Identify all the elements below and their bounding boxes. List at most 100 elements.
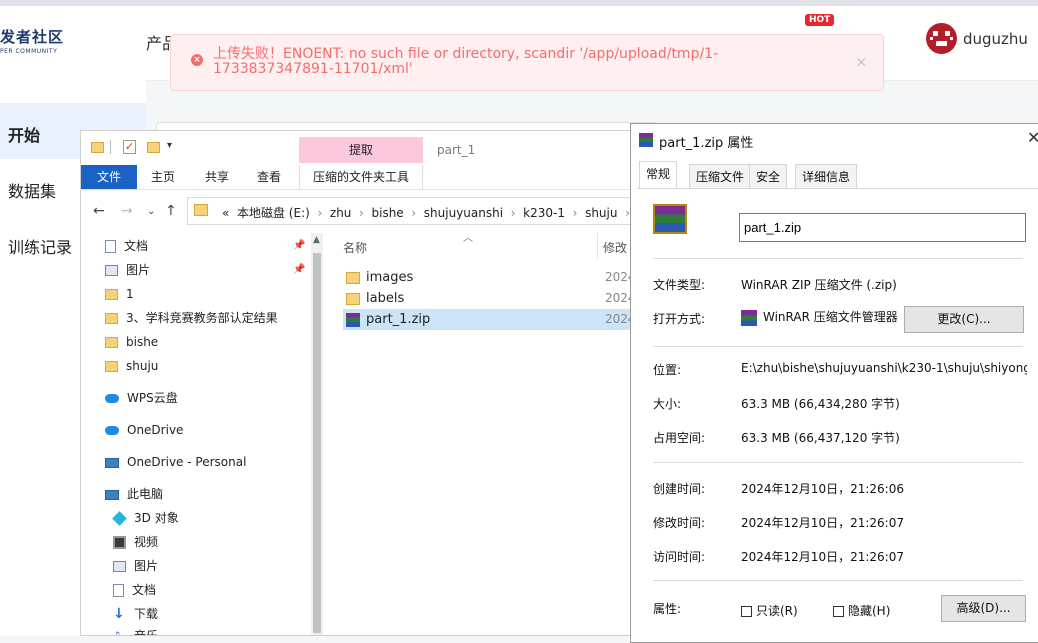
tree-item-label: 此电脑 bbox=[127, 487, 164, 501]
file-row-part1-zip[interactable]: part_1.zip 2024 bbox=[343, 309, 636, 330]
tree-item-label: 3D 对象 bbox=[134, 511, 179, 525]
sort-up-icon: ︿ bbox=[463, 233, 473, 244]
tab-security[interactable]: 安全 bbox=[749, 164, 788, 188]
tab-share[interactable]: 共享 bbox=[205, 165, 229, 189]
breadcrumb-zhu[interactable]: zhu bbox=[330, 206, 352, 220]
close-icon[interactable]: × bbox=[855, 53, 868, 71]
address-bar[interactable]: « 本地磁盘 (E:) › zhu › bishe › shujuyuanshi… bbox=[187, 197, 631, 225]
tree-item-label: 视频 bbox=[134, 535, 159, 549]
new-folder-icon[interactable] bbox=[147, 142, 160, 153]
tab-compressed-folder-tools[interactable]: 压缩的文件夹工具 bbox=[299, 165, 423, 189]
advanced-button[interactable]: 高级(D)... bbox=[941, 595, 1026, 622]
filename-field[interactable] bbox=[739, 213, 1026, 242]
logo-subtext: PER COMMUNITY bbox=[0, 48, 58, 55]
disk-size-value: 63.3 MB (66,437,120 字节) bbox=[741, 431, 900, 445]
readonly-checkbox[interactable]: 只读(R) bbox=[741, 602, 798, 619]
tree-item-pictures[interactable]: 图片 📌 bbox=[105, 259, 305, 281]
sidebar-item-training-records[interactable]: 训练记录 bbox=[8, 234, 72, 258]
tree-item-label: WPS云盘 bbox=[127, 391, 178, 405]
divider bbox=[653, 258, 1023, 259]
divider bbox=[653, 580, 1023, 581]
column-header-name[interactable]: 名称 bbox=[343, 239, 367, 256]
breadcrumb-separator: › bbox=[359, 206, 364, 220]
column-divider bbox=[597, 233, 598, 259]
pin-icon[interactable]: 📌 bbox=[293, 259, 305, 281]
tab-details[interactable]: 详细信息 bbox=[795, 164, 858, 188]
column-header-modified[interactable]: 修改 bbox=[603, 239, 627, 256]
open-with-app: WinRAR 压缩文件管理器 bbox=[763, 310, 898, 324]
breadcrumb-k230-1[interactable]: k230-1 bbox=[523, 206, 565, 220]
file-name: labels bbox=[366, 291, 405, 306]
tab-view[interactable]: 查看 bbox=[257, 165, 281, 189]
back-arrow-icon[interactable]: ← bbox=[93, 203, 105, 219]
sidebar-item-start[interactable]: 开始 bbox=[8, 122, 40, 146]
breadcrumb-bishe[interactable]: bishe bbox=[372, 206, 404, 220]
tree-item-this-pc[interactable]: 此电脑 bbox=[105, 483, 163, 505]
divider bbox=[653, 462, 1023, 463]
dialog-title: part_1.zip 属性 bbox=[659, 136, 754, 151]
tab-file[interactable]: 文件 bbox=[81, 165, 137, 189]
tab-general[interactable]: 常规 bbox=[639, 161, 678, 189]
location-value: E:\zhu\bishe\shujuyuanshi\k230-1\shuju\s… bbox=[741, 361, 1027, 375]
document-icon bbox=[113, 584, 124, 597]
change-button[interactable]: 更改(C)... bbox=[904, 306, 1024, 333]
breadcrumb-separator: › bbox=[510, 206, 516, 220]
winrar-icon bbox=[639, 133, 653, 147]
tree-item-label: OneDrive - Personal bbox=[127, 455, 247, 469]
breadcrumb-drive[interactable]: 本地磁盘 (E:) bbox=[237, 206, 310, 220]
tree-item-onedrive[interactable]: OneDrive bbox=[105, 419, 183, 441]
tree-item-label: bishe bbox=[126, 335, 159, 349]
tree-item-onedrive-personal[interactable]: OneDrive - Personal bbox=[105, 451, 246, 473]
chevron-down-icon[interactable]: ▾ bbox=[167, 140, 172, 151]
tree-item-music[interactable]: ♪ 音乐 bbox=[113, 625, 158, 635]
tree-item-folder-competition[interactable]: 3、学科竞赛教务部认定结果 bbox=[105, 307, 278, 329]
sidebar-item-datasets[interactable]: 数据集 bbox=[8, 178, 56, 202]
tree-item-documents[interactable]: 文档 📌 bbox=[105, 235, 305, 257]
forward-arrow-icon[interactable]: → bbox=[121, 203, 133, 219]
tree-item-videos[interactable]: 视频 bbox=[113, 531, 158, 553]
modified-label: 修改时间: bbox=[653, 516, 706, 530]
tree-item-downloads[interactable]: ↓ 下载 bbox=[113, 603, 158, 625]
ribbon-divider bbox=[81, 189, 633, 190]
username[interactable]: duguzhu bbox=[963, 30, 1028, 48]
checkbox-box[interactable] bbox=[741, 606, 752, 617]
tab-archive[interactable]: 压缩文件 bbox=[689, 164, 752, 188]
checkbox-box[interactable] bbox=[833, 606, 844, 617]
tree-item-wps-cloud[interactable]: WPS云盘 bbox=[105, 387, 178, 409]
recent-chevron-icon[interactable]: ⌄ bbox=[147, 206, 155, 217]
window-title: part_1 bbox=[437, 143, 476, 157]
tree-item-3d-objects[interactable]: 3D 对象 bbox=[112, 507, 179, 529]
tree-item-shuju[interactable]: shuju bbox=[105, 355, 158, 377]
site-logo[interactable]: 发者社区 PER COMMUNITY bbox=[0, 26, 64, 55]
tree-item-label: 音乐 bbox=[134, 629, 158, 635]
scroll-up-icon[interactable]: ▲ bbox=[313, 235, 320, 245]
tree-item-pc-documents[interactable]: 文档 bbox=[113, 579, 156, 601]
breadcrumb-overflow[interactable]: « bbox=[222, 206, 229, 220]
tree-item-pc-pictures[interactable]: 图片 bbox=[113, 555, 158, 577]
folder-icon[interactable] bbox=[91, 142, 104, 153]
properties-icon[interactable]: ✓ bbox=[123, 140, 136, 154]
folder-icon bbox=[346, 271, 360, 284]
file-name: part_1.zip bbox=[366, 312, 431, 327]
browser-chrome-strip bbox=[0, 0, 1038, 6]
breadcrumb-shuju[interactable]: shuju bbox=[585, 206, 617, 220]
extract-context-tab[interactable]: 提取 bbox=[299, 137, 423, 163]
picture-icon bbox=[105, 265, 118, 276]
file-row-labels[interactable]: labels 2024 bbox=[343, 288, 636, 309]
pin-icon[interactable]: 📌 bbox=[293, 235, 305, 257]
cube-icon bbox=[112, 511, 127, 526]
close-icon[interactable]: ✕ bbox=[1027, 128, 1038, 147]
hidden-checkbox[interactable]: 隐藏(H) bbox=[833, 602, 890, 619]
tree-item-folder-1[interactable]: 1 bbox=[105, 283, 134, 305]
file-type-value: WinRAR ZIP 压缩文件 (.zip) bbox=[741, 278, 897, 292]
nav-scrollbar-thumb[interactable] bbox=[313, 253, 321, 633]
tab-home[interactable]: 主页 bbox=[151, 165, 175, 189]
folder-icon bbox=[105, 337, 118, 348]
breadcrumb-shujuyuanshi[interactable]: shujuyuanshi bbox=[424, 206, 503, 220]
error-message: 上传失败！ENOENT: no such file or directory, … bbox=[213, 46, 719, 77]
tree-item-bishe[interactable]: bishe bbox=[105, 331, 158, 353]
file-name: images bbox=[366, 270, 414, 285]
avatar[interactable] bbox=[926, 23, 957, 54]
file-row-images[interactable]: images 2024 bbox=[343, 267, 636, 288]
up-arrow-icon[interactable]: ↑ bbox=[165, 203, 177, 219]
